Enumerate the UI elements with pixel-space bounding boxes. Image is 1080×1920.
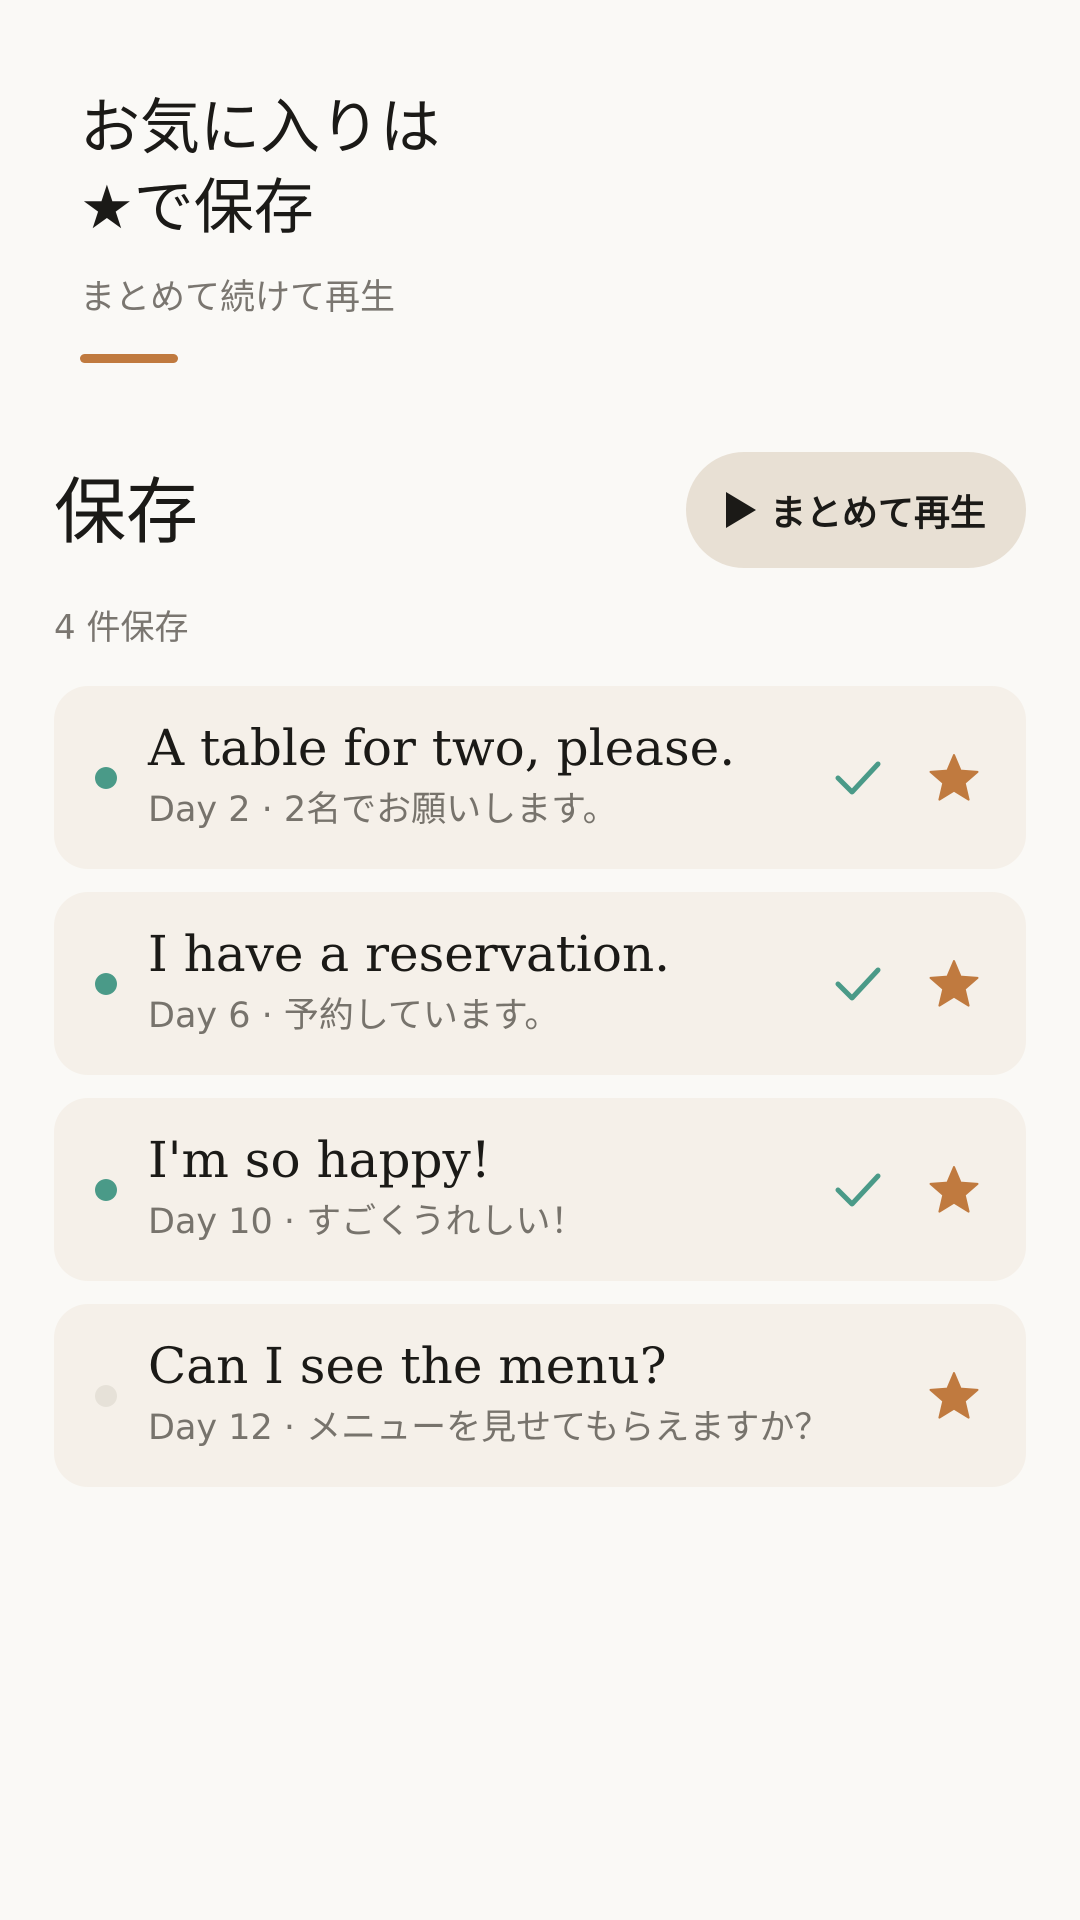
phrase-text: I have a reservation. [148,925,671,983]
phrase-meta: Day 12 · メニューを見せてもらえますか？ [148,1408,830,1448]
list-item[interactable]: I'm so happy! Day 10 · すごくうれしい！ [54,1098,1026,1281]
play-all-button[interactable]: まとめて再生 [686,452,1026,568]
hero-title-line-1: お気に入りは [80,93,440,163]
unlearned-status-dot [95,1385,117,1407]
check-icon [835,761,881,795]
saved-count: 4 件保存 [54,608,189,648]
learned-status-dot [95,1179,117,1201]
saved-section-header: 保存 まとめて再生 [54,452,1026,570]
star-icon[interactable] [928,752,980,804]
accent-divider [80,354,178,363]
hero-title: お気に入りは ★で保存 [80,88,900,248]
saved-phrase-list: A table for two, please. Day 2 · 2名でお願いし… [54,686,1026,1510]
list-item[interactable]: A table for two, please. Day 2 · 2名でお願いし… [54,686,1026,869]
hero-subtitle: まとめて続けて再生 [80,278,396,318]
learned-status-dot [95,973,117,995]
check-icon [835,967,881,1001]
phrase-text: Can I see the menu? [148,1337,667,1395]
phrase-text: A table for two, please. [148,719,736,777]
hero-title-line-2: ★で保存 [80,173,314,243]
star-icon[interactable] [928,958,980,1010]
section-title: 保存 [54,470,199,554]
star-icon[interactable] [928,1370,980,1422]
check-icon [835,1173,881,1207]
list-item[interactable]: I have a reservation. Day 6 · 予約しています。 [54,892,1026,1075]
play-all-label: まとめて再生 [769,493,986,534]
star-icon[interactable] [928,1164,980,1216]
phrase-meta: Day 2 · 2名でお願いします。 [148,790,618,830]
hero-section: お気に入りは ★で保存 まとめて続けて再生 [80,88,900,363]
phrase-text: I'm so happy! [148,1131,491,1189]
list-item[interactable]: Can I see the menu? Day 12 · メニューを見せてもらえ… [54,1304,1026,1487]
phrase-meta: Day 6 · 予約しています。 [148,996,560,1036]
phrase-meta: Day 10 · すごくうれしい！ [148,1202,586,1242]
play-icon [725,492,756,528]
learned-status-dot [95,767,117,789]
